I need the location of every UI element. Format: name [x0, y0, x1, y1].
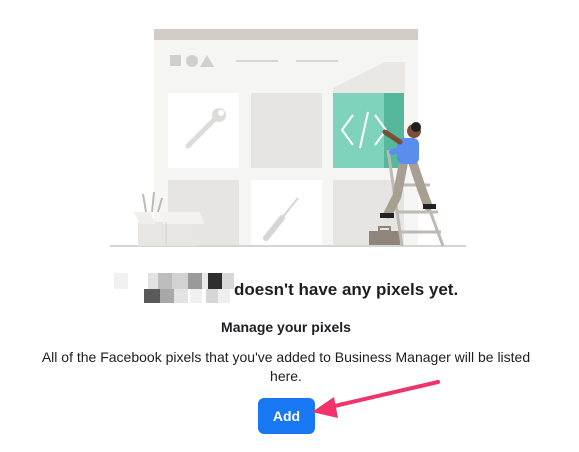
- annotation-arrow: [312, 380, 440, 418]
- empty-state-illustration: [110, 29, 466, 247]
- manage-pixels-heading: Manage your pixels: [221, 319, 351, 335]
- illustration-logo-shapes: [170, 55, 214, 67]
- illustration-window-bar: [154, 29, 418, 40]
- redacted-account-name: [110, 273, 234, 305]
- illustration-tile: [251, 93, 322, 168]
- empty-state-description: All of the Facebook pixels that you've a…: [41, 349, 531, 384]
- empty-state-heading: doesn't have any pixels yet.: [234, 280, 459, 299]
